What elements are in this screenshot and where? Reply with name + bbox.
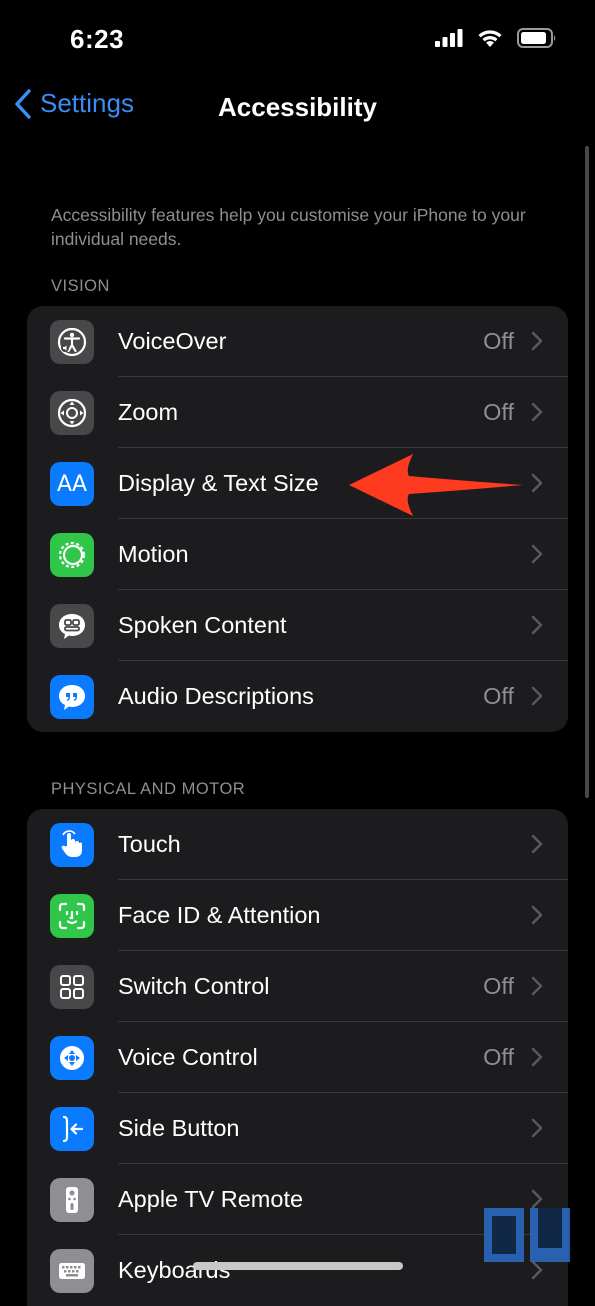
voice-control-icon <box>50 1036 94 1080</box>
navigation-bar: Settings Accessibility <box>0 80 595 136</box>
row-label: Audio Descriptions <box>118 683 314 709</box>
row-label: Side Button <box>118 1115 240 1141</box>
row-touch[interactable]: Touch <box>27 809 568 880</box>
row-audio-descriptions[interactable]: Audio Descriptions Off <box>27 661 568 732</box>
row-label: VoiceOver <box>118 328 227 354</box>
row-label: Zoom <box>118 399 179 425</box>
chevron-right-icon <box>531 834 543 854</box>
spoken-content-icon <box>50 604 94 648</box>
row-spoken-content[interactable]: Spoken Content <box>27 590 568 661</box>
touch-hand-icon <box>50 823 94 867</box>
chevron-right-icon <box>531 544 543 564</box>
chevron-right-icon <box>531 976 543 996</box>
motion-icon <box>50 533 94 577</box>
switch-control-icon <box>50 965 94 1009</box>
chevron-right-icon <box>531 473 543 493</box>
battery-icon <box>517 28 556 48</box>
section-header-vision: VISION <box>51 277 110 295</box>
section-header-physical-motor: PHYSICAL AND MOTOR <box>51 780 246 798</box>
row-label: Switch Control <box>118 973 270 999</box>
row-side-button[interactable]: Side Button <box>27 1093 568 1164</box>
row-voiceover[interactable]: VoiceOver Off <box>27 306 568 377</box>
home-indicator[interactable] <box>193 1262 403 1270</box>
zoom-icon <box>50 391 94 435</box>
row-label: Voice Control <box>118 1044 258 1070</box>
row-face-id-attention[interactable]: Face ID & Attention <box>27 880 568 951</box>
side-button-icon <box>50 1107 94 1151</box>
row-label: Touch <box>118 831 181 857</box>
row-label: Spoken Content <box>118 612 287 638</box>
row-value: Off <box>483 328 514 354</box>
wifi-icon <box>478 29 502 47</box>
chevron-right-icon <box>531 686 543 706</box>
row-label: Apple TV Remote <box>118 1186 304 1212</box>
chevron-right-icon <box>531 402 543 422</box>
text-size-icon: AA <box>50 462 94 506</box>
chevron-right-icon <box>531 331 543 351</box>
row-zoom[interactable]: Zoom Off <box>27 377 568 448</box>
keyboard-icon <box>50 1249 94 1293</box>
row-value: Off <box>483 1044 514 1070</box>
tv-remote-icon <box>50 1178 94 1222</box>
audio-descriptions-icon <box>50 675 94 719</box>
chevron-right-icon <box>531 1118 543 1138</box>
row-switch-control[interactable]: Switch Control Off <box>27 951 568 1022</box>
row-value: Off <box>483 973 514 999</box>
chevron-right-icon <box>531 615 543 635</box>
row-value: Off <box>483 399 514 425</box>
row-motion[interactable]: Motion <box>27 519 568 590</box>
status-time: 6:23 <box>70 24 125 54</box>
row-value: Off <box>483 683 514 709</box>
cellular-signal-icon <box>435 29 463 47</box>
row-voice-control[interactable]: Voice Control Off <box>27 1022 568 1093</box>
row-label: Display & Text Size <box>118 470 319 496</box>
accessibility-description: Accessibility features help you customis… <box>51 205 526 249</box>
row-label: Face ID & Attention <box>118 902 321 928</box>
watermark-logo-icon <box>484 1208 570 1262</box>
page-title: Accessibility <box>218 92 377 122</box>
face-id-icon <box>50 894 94 938</box>
chevron-right-icon <box>531 905 543 925</box>
vision-settings-group: VoiceOver Off Zoom Off AA Display & Text… <box>27 306 568 732</box>
row-label: Motion <box>118 541 189 567</box>
status-icons <box>435 28 557 48</box>
scroll-indicator[interactable] <box>585 146 589 798</box>
voiceover-icon <box>50 320 94 364</box>
status-bar: 6:23 <box>0 0 595 80</box>
annotation-arrow-icon <box>349 454 523 516</box>
chevron-right-icon <box>531 1047 543 1067</box>
